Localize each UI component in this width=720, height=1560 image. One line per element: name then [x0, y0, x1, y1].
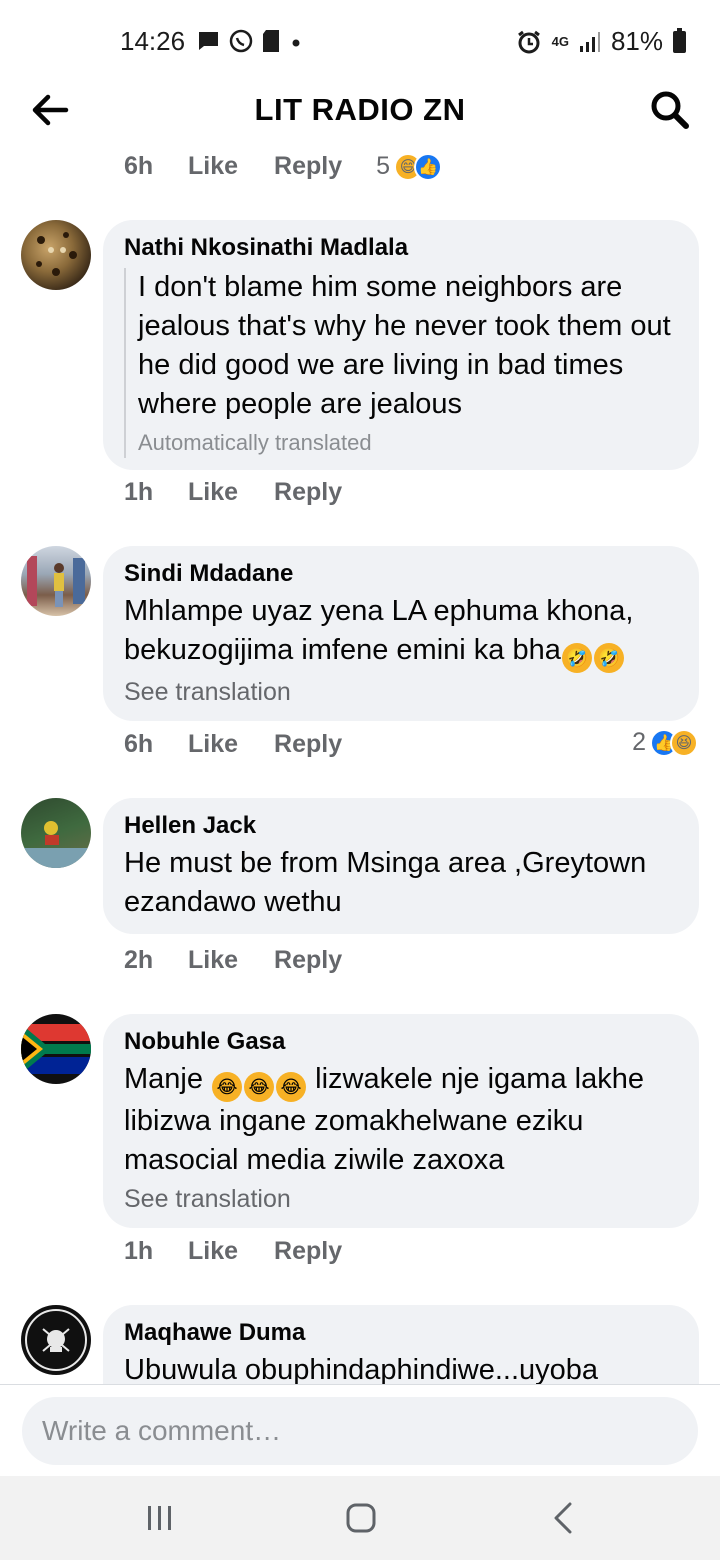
home-icon[interactable] — [341, 1498, 381, 1538]
auto-translated-label: Automatically translated — [138, 430, 372, 455]
notification-icons — [196, 28, 304, 54]
reply-button[interactable]: Reply — [274, 478, 342, 507]
reply-button[interactable]: Reply — [274, 946, 342, 975]
comment-text: He must be from Msinga area ,Greytown ez… — [124, 847, 647, 918]
status-bar: 14:26 4G 81% — [0, 0, 720, 80]
search-icon[interactable] — [648, 88, 692, 132]
comment-actions: 1h Like Reply — [124, 478, 342, 507]
comment-author[interactable]: Nobuhle Gasa — [124, 1028, 679, 1056]
comment-bubble[interactable]: Hellen Jack He must be from Msinga area … — [103, 798, 699, 934]
tears-of-joy-emoji-icon: 😂 — [244, 1072, 275, 1102]
messenger-icon — [198, 32, 218, 50]
avatar[interactable] — [21, 1014, 91, 1084]
comment-list[interactable]: 6h Like Reply 5 😄 👍 Nathi Nkosinathi Mad… — [0, 144, 720, 1384]
reply-button[interactable]: Reply — [274, 152, 342, 181]
avatar[interactable] — [21, 1305, 91, 1375]
comment-time: 2h — [124, 946, 154, 974]
comment-text-start: Manje — [124, 1063, 203, 1095]
see-translation-link[interactable]: See translation — [124, 1182, 679, 1216]
comment-author[interactable]: Sindi Mdadane — [124, 560, 679, 588]
network-type: 4G — [551, 34, 569, 49]
avatar[interactable] — [21, 798, 91, 868]
signal-icon — [579, 31, 600, 52]
person-avatar-icon — [27, 556, 85, 607]
comment-text: Ubuwula obuphindaphindiwe...uyoba — [124, 1354, 599, 1384]
page-title: LIT RADIO ZN — [254, 92, 466, 127]
whatsapp-icon — [229, 29, 253, 53]
system-icons: 4G 81% — [516, 26, 686, 57]
status-time: 14:26 — [120, 26, 186, 56]
app-header: LIT RADIO ZN — [0, 80, 720, 144]
reactions[interactable]: 2 👍 😆 — [632, 728, 698, 757]
tears-of-joy-emoji-icon: 😂 — [276, 1072, 307, 1102]
like-button[interactable]: Like — [188, 946, 238, 975]
battery-icon — [673, 27, 686, 53]
comment-time: 6h — [124, 730, 154, 758]
comment-composer — [0, 1384, 720, 1476]
rofl-emoji-icon: 🤣 — [593, 643, 624, 673]
person-avatar-icon — [21, 821, 91, 868]
comment-author[interactable]: Hellen Jack — [124, 812, 679, 840]
comment-bubble[interactable]: Nathi Nkosinathi Madlala I don't blame h… — [103, 220, 699, 470]
like-button[interactable]: Like — [188, 478, 238, 507]
south-africa-flag-icon — [21, 1014, 91, 1084]
comment-author[interactable]: Nathi Nkosinathi Madlala — [124, 234, 679, 262]
comment-bubble[interactable]: Sindi Mdadane Mhlampe uyaz yena LA ephum… — [103, 546, 699, 721]
comment-author[interactable]: Maqhawe Duma — [124, 1319, 679, 1347]
comment-actions: 6h Like Reply 5 😄 👍 — [124, 152, 443, 181]
comment-actions: 1h Like Reply — [124, 1237, 342, 1266]
system-nav-bar — [0, 1476, 720, 1560]
reply-button[interactable]: Reply — [274, 730, 342, 759]
alarm-icon — [517, 30, 540, 53]
comment-text-body: Mhlampe uyaz yena LA ephuma khona, bekuz… — [124, 595, 634, 666]
battery-percent: 81% — [610, 26, 663, 56]
club-crest-avatar-icon — [25, 1309, 87, 1371]
haha-reaction-icon: 😆 — [670, 728, 698, 757]
comment-actions: 6h Like Reply — [124, 730, 342, 759]
tears-of-joy-emoji-icon: 😂 — [212, 1072, 243, 1102]
comment-text: Manje 😂 😂 😂 lizwakele nje igama lakhe libi… — [124, 1060, 679, 1180]
comment-time: 6h — [124, 152, 154, 180]
avatar[interactable] — [21, 546, 91, 616]
comment-actions: 2h Like Reply — [124, 946, 342, 975]
comment-bubble[interactable]: Nobuhle Gasa Manje 😂 😂 😂 lizwakele nje iga… — [103, 1014, 699, 1228]
comment-text: Mhlampe uyaz yena LA ephuma khona, bekuz… — [124, 592, 679, 673]
avatar[interactable] — [21, 220, 91, 290]
reaction-count: 5 — [376, 152, 391, 180]
like-reaction-icon: 👍 — [414, 152, 443, 181]
sd-card-icon — [263, 30, 279, 52]
back-nav-icon[interactable] — [544, 1498, 584, 1538]
like-button[interactable]: Like — [188, 152, 238, 181]
reply-button[interactable]: Reply — [274, 1237, 342, 1266]
reaction-count: 2 — [632, 728, 646, 756]
see-translation-link[interactable]: See translation — [124, 675, 679, 709]
comment-input[interactable] — [22, 1397, 698, 1465]
comment-time: 1h — [124, 478, 154, 506]
leopard-avatar-icon — [36, 232, 77, 276]
rofl-emoji-icon: 🤣 — [561, 643, 592, 673]
recent-apps-icon[interactable] — [140, 1498, 180, 1538]
reactions[interactable]: 😄 👍 — [394, 152, 443, 181]
comment-bubble[interactable]: Maqhawe Duma Ubuwula obuphindaphindiwe..… — [103, 1305, 699, 1384]
like-button[interactable]: Like — [188, 1237, 238, 1266]
translated-block: I don't blame him some neighbors are jea… — [124, 268, 679, 458]
comment-text: I don't blame him some neighbors are jea… — [138, 271, 671, 420]
like-button[interactable]: Like — [188, 730, 238, 759]
comment-time: 1h — [124, 1237, 154, 1265]
dot-icon — [292, 39, 300, 47]
